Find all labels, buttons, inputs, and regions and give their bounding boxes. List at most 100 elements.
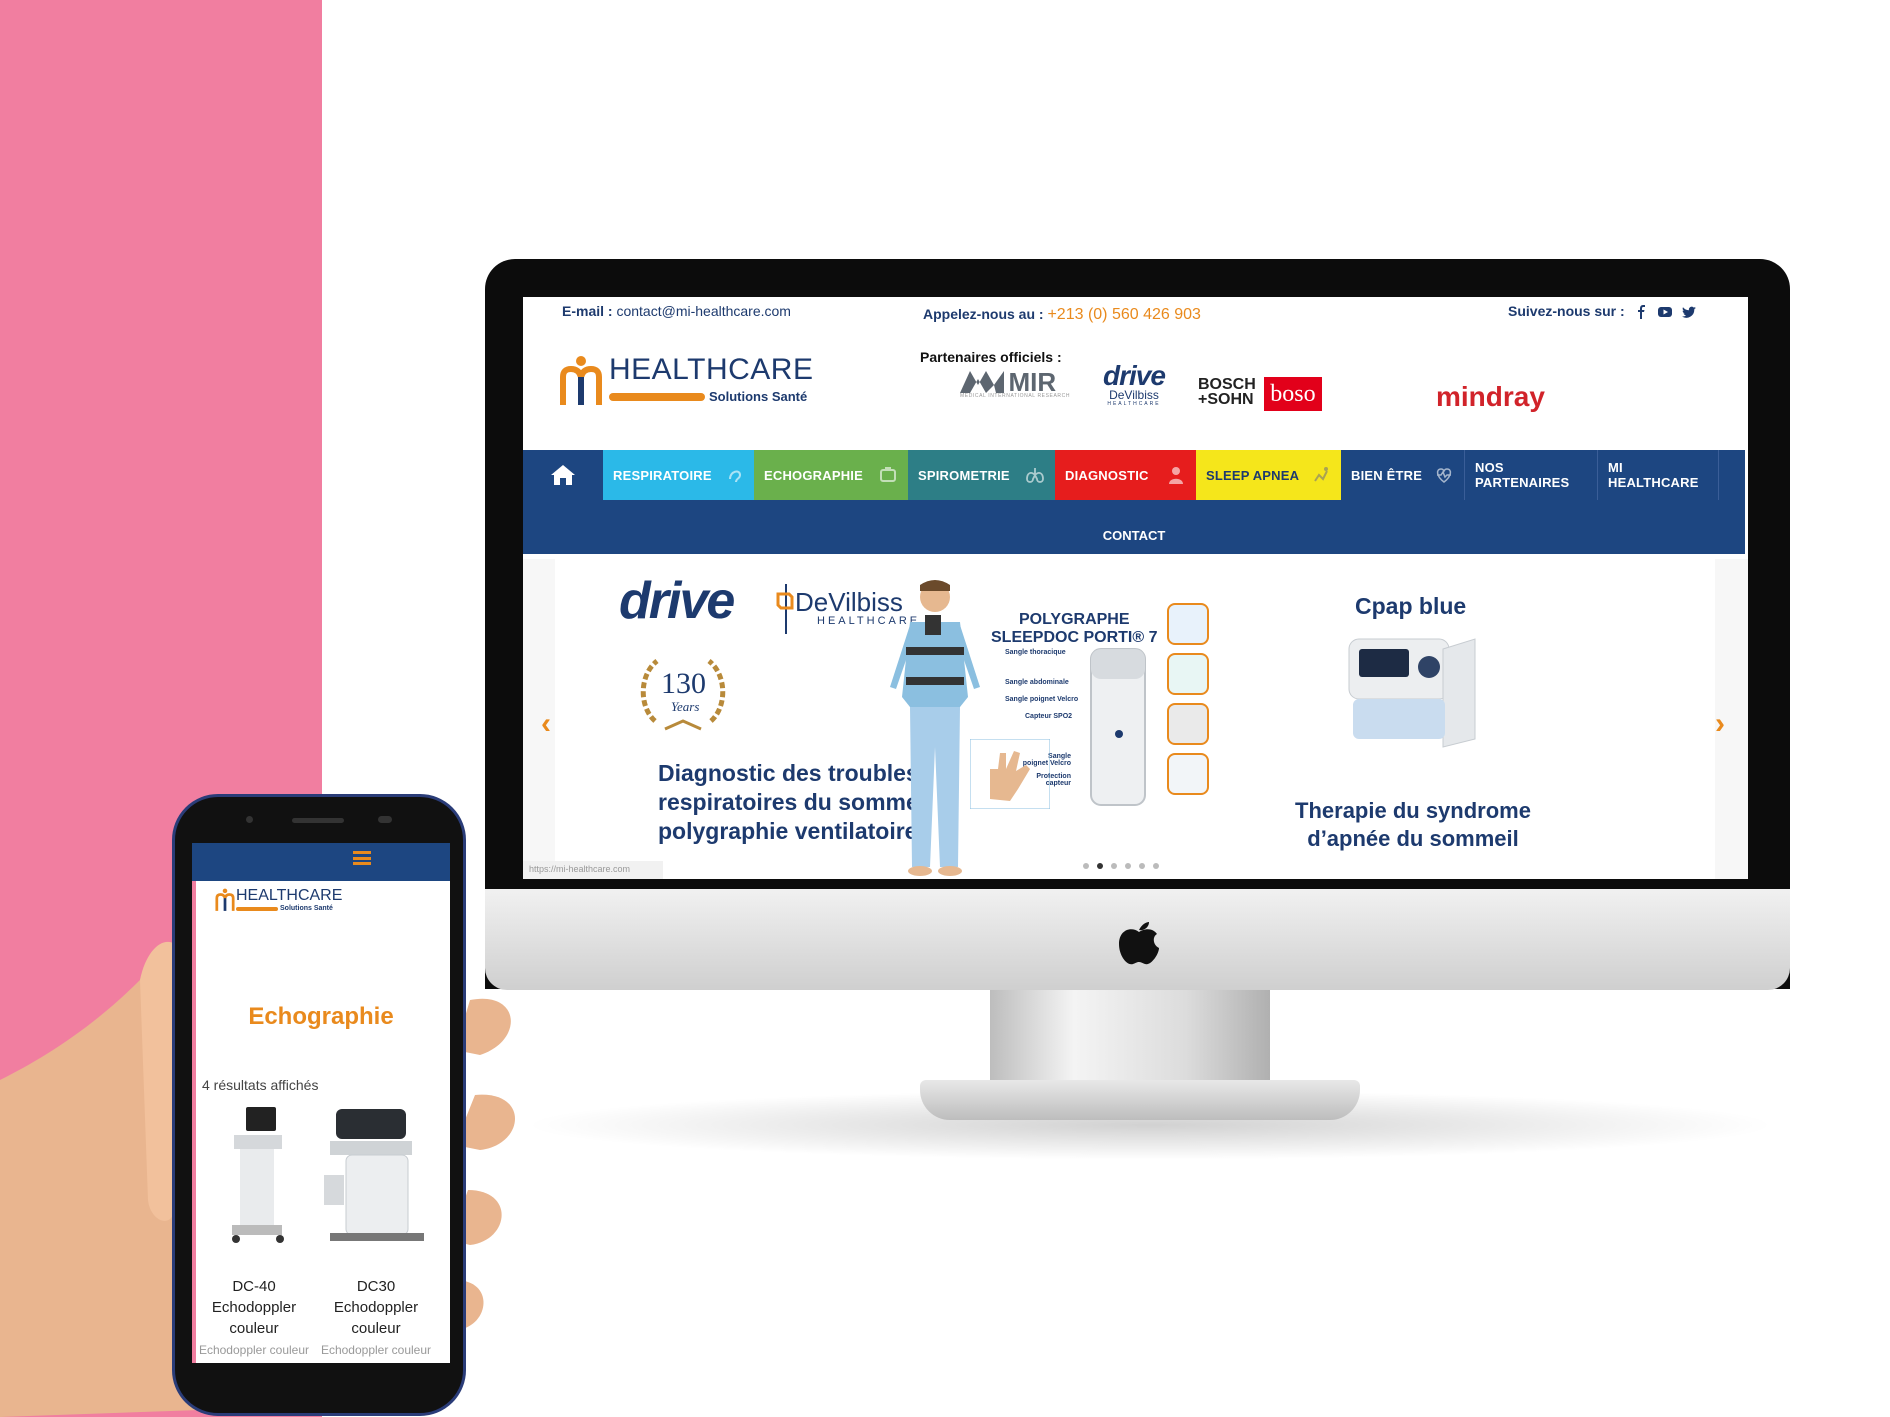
mir-m-icon [960,371,1004,393]
partner-logo-mindray[interactable]: mindray [1436,381,1545,413]
site-header: HEALTHCARE Solutions Santé Partenaires o… [523,327,1748,447]
heart-pulse-icon [1436,468,1452,483]
phone-speaker [292,818,344,823]
nav-diagnostic[interactable]: DIAGNOSTIC [1055,450,1196,500]
mobile-logo-underline [236,907,278,911]
ultrasound-icon [880,467,896,482]
sleep-icon [1314,467,1328,482]
therapy-line-2: d’apnée du sommeil [1307,826,1519,851]
doctor-icon [1169,467,1183,484]
accessory-thumb[interactable] [1167,603,1209,645]
imac-stand-neck [990,989,1270,1089]
label-sangle-abdominale: Sangle abdominale [1005,679,1069,686]
mobile-header-bar [192,843,450,881]
nav-spirometrie[interactable]: SPIROMETRIE [908,450,1055,500]
nav-contact[interactable]: CONTACT [523,528,1745,543]
product-name[interactable]: DC30 Echodoppler couleur [316,1276,436,1339]
mobile-logo-icon[interactable] [215,887,235,913]
apple-logo-icon [1119,922,1159,965]
devilbiss-mark-icon [776,592,794,610]
follow-label: Suivez-nous sur : [1508,303,1625,319]
nav-nos-partenaires[interactable]: NOS PARTENAIRES [1464,450,1598,500]
slider-dots [1083,863,1159,869]
nav-bien-etre-label: BIEN ÊTRE [1351,467,1423,483]
nav-row: RESPIRATOIRE ECHOGRAPHIE SPIROMETRIE DIA… [523,450,1719,500]
partner-logo-boso[interactable]: BOSCH +SOHN boso [1198,377,1322,411]
results-count: 4 résultats affichés [202,1077,319,1093]
email-link[interactable]: contact@mi-healthcare.com [616,303,791,319]
mobile-logo-subtitle: Solutions Santé [280,905,333,912]
accessory-thumb[interactable] [1167,703,1209,745]
label-sangle-poignet: Sangle poignet Velcro [1005,696,1079,703]
product-card[interactable]: DC-40 Echodoppler couleur Echodoppler co… [194,1105,314,1357]
product-card[interactable]: DC30 Echodoppler couleur Echodoppler cou… [316,1105,436,1357]
anniversary-years-number: 130 [661,667,706,700]
mobile-website: HEALTHCARE Solutions Santé Echographie 4… [192,843,450,1363]
nav-sleep-apnea[interactable]: SLEEP APNEA [1196,450,1341,500]
accessory-thumb[interactable] [1167,753,1209,795]
patient-illustration [890,580,980,876]
ear-icon [729,470,742,483]
therapy-line-1: Therapie du syndrome [1295,798,1531,823]
product-image-dc40[interactable] [194,1105,314,1245]
nav-echographie[interactable]: ECHOGRAPHIE [754,450,908,500]
mockup-stage: { "desktop": { "topbar": { "email_label"… [0,0,1890,1417]
product-category: Echodoppler couleur [320,1343,432,1357]
mir-logo-sub: MEDICAL INTERNATIONAL RESEARCH [960,393,1071,399]
hero-slider: drive DeVilbiss HEALTHCARE 130 Years Dia… [523,559,1748,879]
sohn-logo-text: +SOHN [1198,391,1254,408]
twitter-icon[interactable] [1682,305,1697,319]
nav-echographie-label: ECHOGRAPHIE [764,467,863,483]
nav-mi-healthcare[interactable]: MI HEALTHCARE [1598,450,1719,500]
label-sangle-thoracique: Sangle thoracique [1005,649,1066,656]
status-url: https://mi-healthcare.com [523,861,663,879]
slider-dot[interactable] [1139,863,1145,869]
nav-respiratoire[interactable]: RESPIRATOIRE [603,450,754,500]
partner-logo-drive[interactable]: drive DeVilbiss HEALTHCARE [1103,360,1166,408]
product-image-dc30[interactable] [316,1105,436,1245]
healthcare-logo-icon[interactable] [559,355,603,407]
accessory-thumbnails [1167,603,1209,795]
product-name[interactable]: DC-40 Echodoppler couleur [194,1276,314,1339]
desktop-website: E-mail : contact@mi-healthcare.com Appel… [523,297,1748,879]
bosch-logo-text: BOSCH [1198,376,1256,393]
drive-logo-text: drive [1103,360,1166,391]
hand-sensor-illustration [970,739,1050,809]
partner-logo-mir[interactable]: MIR MEDICAL INTERNATIONAL RESEARCH [960,369,1071,399]
hamburger-menu-icon[interactable] [353,851,371,865]
product-category: Echodoppler couleur [198,1343,310,1357]
youtube-icon[interactable] [1658,305,1673,319]
accessory-thumb[interactable] [1167,653,1209,695]
facebook-icon[interactable] [1635,305,1649,320]
phone-link[interactable]: +213 (0) 560 426 903 [1047,306,1200,323]
nav-nos-partenaires-label: NOS PARTENAIRES [1475,460,1570,490]
sleepdoc-device-image [1090,648,1146,806]
nav-spirometrie-label: SPIROMETRIE [918,467,1010,483]
top-contact-bar: E-mail : contact@mi-healthcare.com Appel… [523,297,1748,327]
logo-subtitle: Solutions Santé [709,389,808,404]
phone-sensor [378,816,392,823]
label-capteur-spo2: Capteur SPO2 [1025,713,1073,720]
slider-dot[interactable] [1153,863,1159,869]
home-icon [551,465,575,485]
slide-drive-logo: drive [619,572,735,630]
devilbiss-logo-sub: HEALTHCARE [1107,401,1161,407]
nav-bien-etre[interactable]: BIEN ÊTRE [1341,450,1464,500]
nav-home[interactable] [523,450,603,500]
main-navigation: RESPIRATOIRE ECHOGRAPHIE SPIROMETRIE DIA… [523,450,1745,554]
email-contact: E-mail : contact@mi-healthcare.com [562,303,791,319]
slider-dot[interactable] [1083,863,1089,869]
slider-dot-active[interactable] [1097,863,1103,869]
product-type-2: couleur [229,1320,279,1337]
slider-next-arrow[interactable]: › [1715,707,1725,741]
slider-prev-arrow[interactable]: ‹ [541,707,551,741]
product-type: Echodoppler [211,1299,297,1316]
slider-dot[interactable] [1125,863,1131,869]
nav-respiratoire-label: RESPIRATOIRE [613,467,712,483]
mobile-page-title: Echographie [248,1003,394,1030]
product-model: DC30 [356,1278,396,1295]
slider-dot[interactable] [1111,863,1117,869]
anniversary-years-text: Years [671,699,700,714]
partners-label: Partenaires officiels : [920,349,1062,365]
product-model: DC-40 [232,1278,276,1295]
